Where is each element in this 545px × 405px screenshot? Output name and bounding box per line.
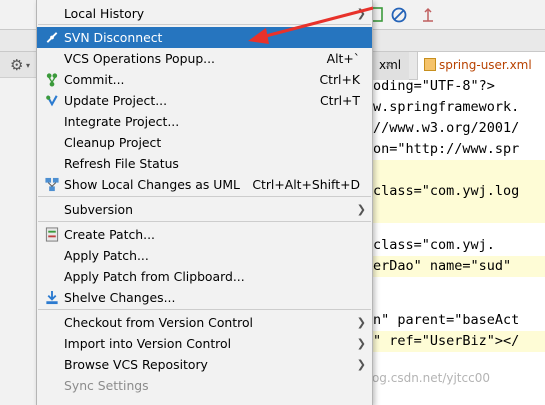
menu-item-label: Show Local Changes as UML: [64, 177, 240, 192]
editor-tab-active[interactable]: × spring-user.xml: [384, 52, 545, 80]
menu-item-shortcut: Ctrl+T: [320, 93, 360, 108]
code-line: //www.w3.org/2001/: [373, 120, 520, 136]
gear-icon[interactable]: ⚙: [10, 56, 23, 74]
menu-item-label: Cleanup Project: [64, 135, 162, 150]
create-patch-icon: [44, 227, 60, 242]
menu-item-subversion[interactable]: Subversion ❯: [37, 199, 372, 220]
code-line: class="com.ywj.log: [373, 181, 545, 202]
menu-item-label: Sync Settings: [64, 378, 149, 393]
vcs-popup-menu: Local History ❯ SVN Disconnect VCS Operatio…: [36, 0, 373, 405]
menu-item-label: Import into Version Control: [64, 336, 232, 351]
chevron-right-icon: ❯: [356, 358, 366, 371]
menu-item-label: Apply Patch...: [64, 248, 149, 263]
svn-disconnect-icon: [44, 30, 60, 45]
code-line: class="com.ywj.: [373, 237, 495, 253]
chevron-right-icon: ❯: [356, 316, 366, 329]
menu-item-label: VCS Operations Popup...: [64, 51, 215, 66]
menu-item-shelve-changes[interactable]: Shelve Changes...: [37, 287, 372, 308]
menu-item-label: Apply Patch from Clipboard...: [64, 269, 245, 284]
menu-item-label: Commit...: [64, 72, 125, 87]
code-line: w.springframework.: [373, 99, 520, 115]
code-line: oding="UTF-8"?>: [373, 80, 495, 94]
menu-item-label: Integrate Project...: [64, 114, 180, 129]
menu-item-label: Shelve Changes...: [64, 290, 176, 305]
editor-tabbar: xml × spring-user.xml: [373, 52, 545, 80]
menu-item-import-into-version-control[interactable]: Import into Version Control ❯: [37, 333, 372, 354]
menu-item-sync-settings: Sync Settings: [37, 375, 372, 396]
menu-item-commit[interactable]: Commit... Ctrl+K: [37, 69, 372, 90]
code-line: [373, 202, 545, 223]
code-line: [373, 160, 545, 181]
chevron-right-icon: ❯: [356, 337, 366, 350]
shelve-icon: [44, 290, 60, 305]
menu-separator: [38, 221, 371, 222]
commit-icon: [44, 72, 60, 87]
editor-tab-label: spring-user.xml: [439, 58, 532, 72]
annotation-arrow: [248, 6, 374, 44]
menu-item-label: Local History: [64, 6, 145, 21]
code-line: " ref="UserBiz"></: [373, 331, 545, 352]
menu-item-label: Refresh File Status: [64, 156, 179, 171]
menu-item-apply-patch-from-clipboard[interactable]: Apply Patch from Clipboard...: [37, 266, 372, 287]
code-editor[interactable]: oding="UTF-8"?> w.springframework. //www.w…: [373, 80, 545, 405]
menu-item-create-patch[interactable]: Create Patch...: [37, 224, 372, 245]
menu-item-shortcut: Ctrl+K: [319, 72, 360, 87]
menu-separator: [38, 196, 371, 197]
code-line: on="http://www.spr: [373, 141, 520, 157]
menu-item-apply-patch[interactable]: Apply Patch...: [37, 245, 372, 266]
menu-item-refresh-file-status[interactable]: Refresh File Status: [37, 153, 372, 174]
menu-item-update-project[interactable]: Update Project... Ctrl+T: [37, 90, 372, 111]
project-panel: [0, 52, 38, 405]
chevron-right-icon: ❯: [356, 203, 366, 216]
close-icon[interactable]: ×: [384, 58, 393, 71]
xml-file-icon: [424, 58, 436, 71]
menu-item-checkout-from-version-control[interactable]: Checkout from Version Control ❯: [37, 312, 372, 333]
menu-separator: [38, 309, 371, 310]
menu-item-browse-vcs-repository[interactable]: Browse VCS Repository ❯: [37, 354, 372, 375]
menu-item-cleanup-project[interactable]: Cleanup Project: [37, 132, 372, 153]
menu-item-show-local-changes-as-uml[interactable]: Show Local Changes as UML Ctrl+Alt+Shift+…: [37, 174, 372, 195]
code-line: n" parent="baseAct: [373, 312, 520, 328]
menu-item-label: Checkout from Version Control: [64, 315, 253, 330]
update-project-icon: [44, 93, 60, 108]
menu-item-label: SVN Disconnect: [64, 30, 163, 45]
code-line: erDao" name="sud": [373, 256, 545, 277]
stop-icon[interactable]: [391, 7, 407, 23]
menu-item-vcs-operations-popup[interactable]: VCS Operations Popup... Alt+`: [37, 48, 372, 69]
menu-item-label: Create Patch...: [64, 227, 155, 242]
menu-item-label: Update Project...: [64, 93, 168, 108]
uml-icon: [44, 177, 60, 192]
menu-item-label: Browse VCS Repository: [64, 357, 208, 372]
menu-item-integrate-project[interactable]: Integrate Project...: [37, 111, 372, 132]
revert-icon[interactable]: [420, 7, 436, 23]
menu-item-label: Subversion: [64, 202, 133, 217]
chevron-down-icon[interactable]: ▾: [26, 61, 30, 70]
menu-item-shortcut: Ctrl+Alt+Shift+D: [252, 177, 360, 192]
menu-item-shortcut: Alt+`: [326, 51, 360, 66]
